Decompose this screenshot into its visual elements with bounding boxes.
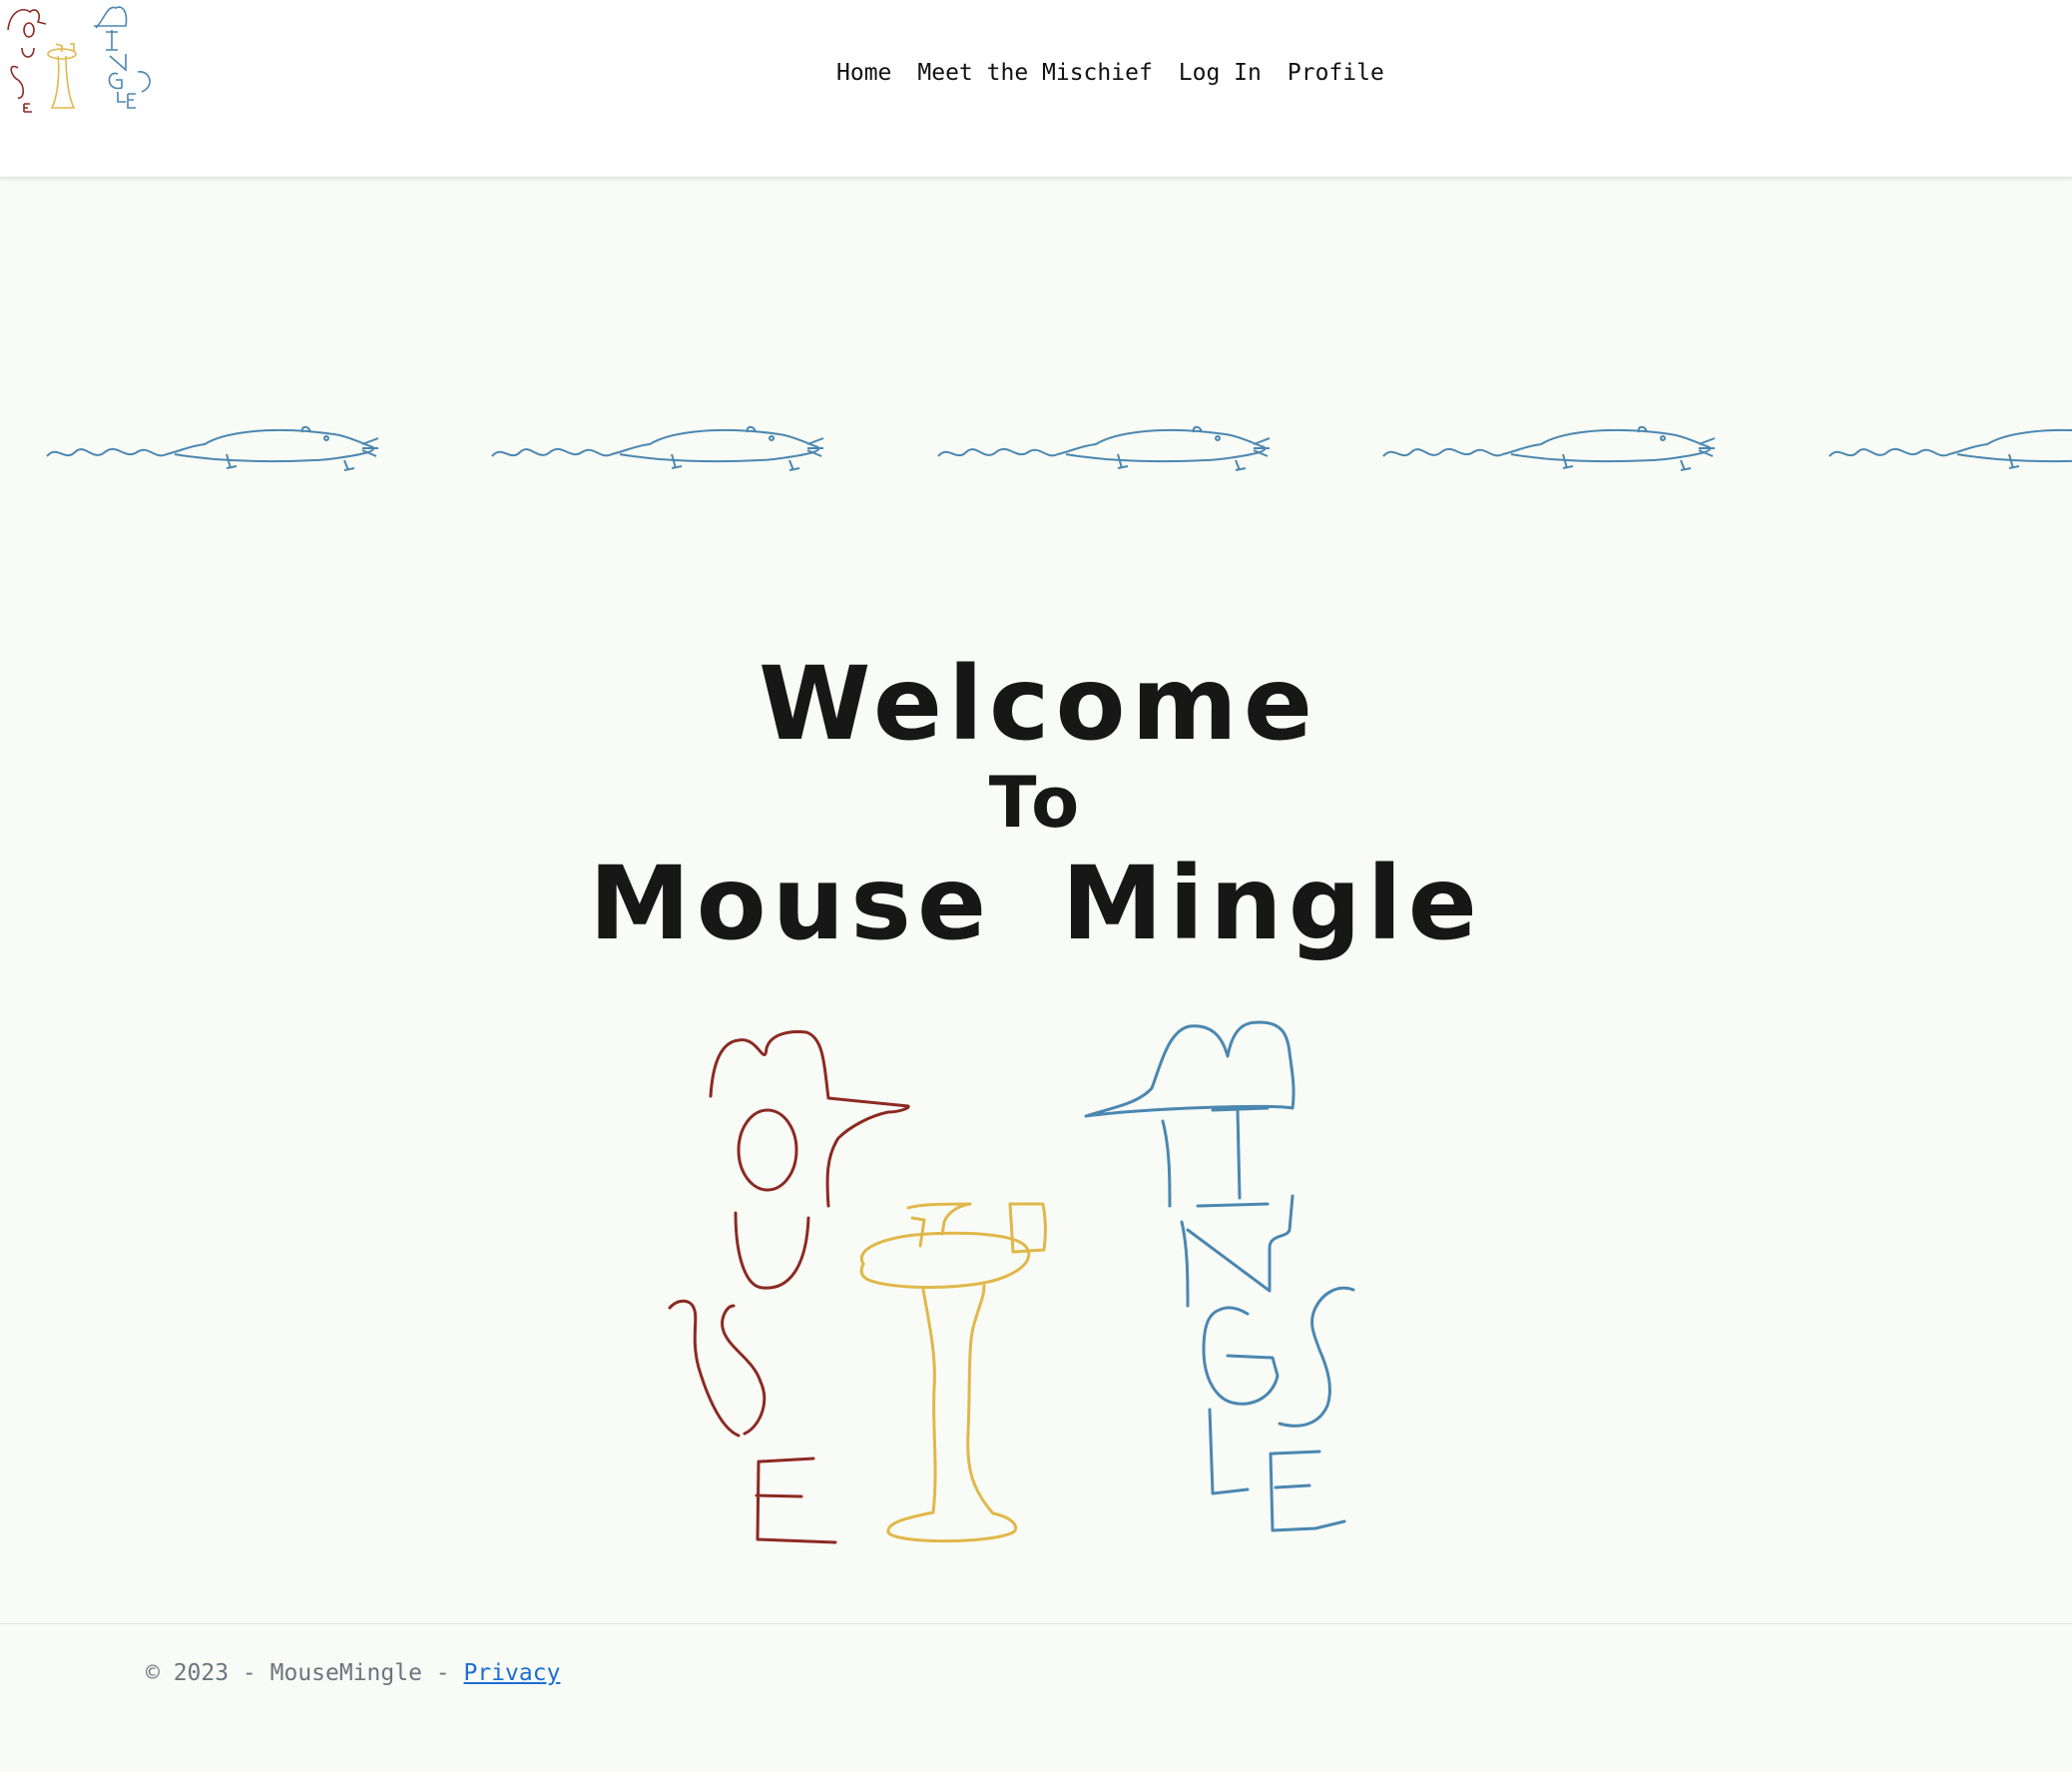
site-header: Home Meet the Mischief Log In Profile [0,0,2072,178]
rat-illustration [46,425,379,471]
welcome-line: Welcome [758,645,1318,764]
nav-log-in[interactable]: Log In [1179,60,1262,86]
nav-meet-the-mischief[interactable]: Meet the Mischief [917,60,1152,86]
rat-illustration [1828,428,2072,469]
nav-profile[interactable]: Profile [1288,60,1384,86]
privacy-link[interactable]: Privacy [464,1660,561,1686]
to-line: To [988,762,1084,844]
mousemingle-hero-logo [668,1020,1355,1544]
main-nav: Home Meet the Mischief Log In Profile [836,60,1384,86]
mouse-mingle-line: Mouse Mingle [589,845,1483,963]
footer-copyright: © 2023 - MouseMingle - [146,1660,464,1686]
rat-illustration [937,425,1271,471]
welcome-heading: Welcome To Mouse Mingle [0,654,2072,955]
footer-text: © 2023 - MouseMingle - Privacy [146,1660,560,1686]
rat-border [0,404,2072,494]
nav-home[interactable]: Home [836,60,891,86]
rat-illustration [491,425,824,471]
mousemingle-logo[interactable] [0,0,160,116]
rat-illustration [1382,425,1716,471]
site-footer: © 2023 - MouseMingle - Privacy [0,1623,2072,1772]
